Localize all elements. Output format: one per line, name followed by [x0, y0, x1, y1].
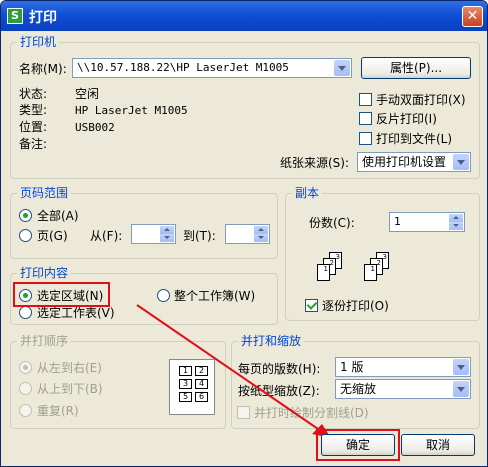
- spin-down-icon[interactable]: [449, 222, 463, 230]
- paper-source-value: 使用打印机设置: [362, 155, 447, 169]
- scale-value: 无缩放: [340, 382, 377, 396]
- spin-up-icon[interactable]: [254, 226, 268, 234]
- reverse-checkbox[interactable]: [359, 112, 372, 125]
- collate-page-b1: 1: [364, 264, 377, 281]
- pages-per-sheet-value: 1 版: [340, 360, 364, 374]
- reverse-label[interactable]: 反片打印(I): [376, 112, 437, 126]
- selection-highlight-box: [13, 282, 110, 307]
- print-to-file-checkbox[interactable]: [359, 132, 372, 145]
- pages-per-sheet-label: 每页的版数(H):: [238, 362, 321, 376]
- duplex-checkbox[interactable]: [359, 93, 372, 106]
- copies-group-title: 副本: [292, 186, 323, 200]
- from-page-input[interactable]: [131, 224, 176, 244]
- printer-name-value: \\10.57.188.22\HP LaserJet M1005: [77, 61, 289, 74]
- copies-count-value: 1: [394, 215, 401, 228]
- paper-source-select[interactable]: 使用打印机设置: [357, 152, 471, 172]
- close-button[interactable]: ✕: [462, 6, 483, 27]
- chevron-down-icon[interactable]: [453, 359, 469, 375]
- order-cell-4: 4: [195, 379, 208, 389]
- selected-sheets-radio[interactable]: [19, 306, 32, 319]
- all-pages-radio[interactable]: [19, 209, 32, 222]
- left-to-right-label[interactable]: 从左到右(E): [37, 361, 102, 375]
- print-content-group-title: 打印内容: [17, 266, 72, 280]
- pages-radio[interactable]: [19, 229, 32, 242]
- scale-select[interactable]: 无缩放: [335, 379, 471, 399]
- chevron-down-icon[interactable]: [334, 60, 350, 76]
- entire-workbook-label[interactable]: 整个工作簿(W): [174, 289, 255, 303]
- status-value: 空闲: [75, 87, 100, 101]
- collate-page-a1: 1: [317, 264, 330, 281]
- order-cell-2: 2: [195, 366, 208, 376]
- properties-button[interactable]: 属性(P)...: [361, 57, 471, 79]
- printer-name-select[interactable]: \\10.57.188.22\HP LaserJet M1005: [72, 58, 352, 78]
- chevron-down-icon[interactable]: [453, 381, 469, 397]
- left-to-right-radio[interactable]: [19, 361, 32, 374]
- print-order-group-title: 并打顺序: [17, 334, 72, 348]
- order-preview-icon: 1 2 3 4 5 6: [169, 359, 215, 415]
- copies-count-label: 份数(C):: [309, 216, 355, 230]
- print-dialog: S 打印 ✕ 打印机 名称(M): \\10.57.188.22\HP Lase…: [0, 0, 488, 467]
- print-to-file-label[interactable]: 打印到文件(L): [376, 132, 452, 146]
- page-range-group-title: 页码范围: [17, 186, 72, 200]
- top-to-bottom-label[interactable]: 从上到下(B): [37, 382, 103, 396]
- order-cell-1: 1: [179, 366, 192, 376]
- selected-sheets-label[interactable]: 选定工作表(V): [37, 306, 115, 320]
- spin-down-icon[interactable]: [254, 234, 268, 242]
- comment-label: 备注:: [19, 137, 48, 151]
- spin-up-icon[interactable]: [160, 226, 174, 234]
- type-label: 类型:: [19, 103, 48, 117]
- divider-label[interactable]: 并打时绘制分割线(D): [254, 406, 369, 420]
- location-label: 位置:: [19, 120, 48, 134]
- collate-checkbox[interactable]: [305, 299, 318, 312]
- paper-source-label: 纸张来源(S):: [280, 156, 350, 170]
- duplex-label[interactable]: 手动双面打印(X): [376, 93, 466, 107]
- status-label: 状态:: [19, 87, 48, 101]
- spin-down-icon[interactable]: [160, 234, 174, 242]
- to-label: 到(T):: [183, 229, 216, 243]
- zoom-group-title: 并打和缩放: [238, 334, 305, 348]
- divider-checkbox[interactable]: [237, 406, 250, 419]
- ok-highlight-box: [316, 429, 400, 461]
- collate-label[interactable]: 逐份打印(O): [322, 299, 389, 313]
- all-pages-label[interactable]: 全部(A): [37, 209, 79, 223]
- type-value: HP LaserJet M1005: [75, 104, 188, 117]
- entire-workbook-radio[interactable]: [157, 289, 170, 302]
- order-cell-5: 5: [179, 392, 192, 402]
- order-cell-3: 3: [179, 379, 192, 389]
- scale-label: 按纸型缩放(Z):: [238, 384, 320, 398]
- title-bar[interactable]: S 打印 ✕: [1, 1, 487, 31]
- top-to-bottom-radio[interactable]: [19, 382, 32, 395]
- printer-name-label: 名称(M):: [19, 62, 67, 76]
- app-icon: S: [7, 8, 23, 24]
- repeat-label[interactable]: 重复(R): [37, 404, 79, 418]
- location-value: USB002: [75, 121, 115, 134]
- spin-up-icon[interactable]: [449, 214, 463, 222]
- chevron-down-icon[interactable]: [453, 154, 469, 170]
- to-page-input[interactable]: [225, 224, 270, 244]
- repeat-radio[interactable]: [19, 404, 32, 417]
- pages-per-sheet-select[interactable]: 1 版: [335, 357, 471, 377]
- pages-label[interactable]: 页(G): [37, 229, 68, 243]
- order-cell-6: 6: [195, 392, 208, 402]
- cancel-button[interactable]: 取消: [401, 434, 475, 456]
- window-title: 打印: [29, 10, 57, 26]
- copies-count-input[interactable]: 1: [389, 212, 465, 232]
- printer-group-title: 打印机: [17, 35, 60, 49]
- from-label: 从(F):: [90, 229, 123, 243]
